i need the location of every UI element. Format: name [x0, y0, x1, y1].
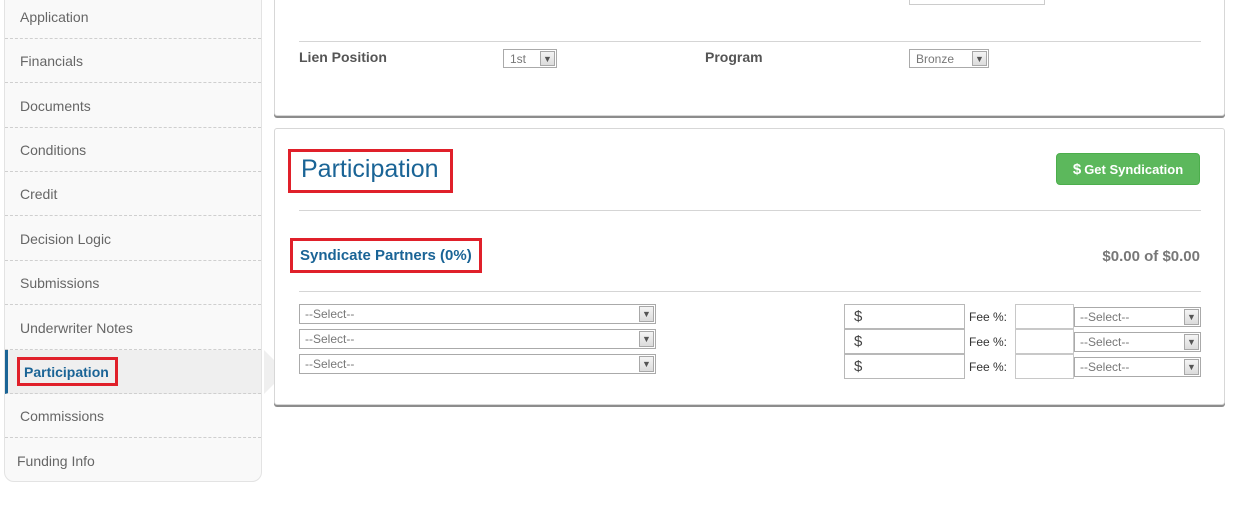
fee-percent-input[interactable]: [1015, 304, 1074, 329]
amount-input[interactable]: $: [844, 329, 965, 354]
fee-percent-label: Fee %:: [969, 335, 1008, 349]
sidebar-nav: Application Financials Documents Conditi…: [4, 0, 286, 483]
fee-type-select[interactable]: --Select-- ▼: [1074, 307, 1201, 327]
sidebar-item-label: Documents: [20, 97, 91, 114]
sidebar-item-label: Application: [20, 8, 89, 25]
chevron-down-icon: ▼: [972, 51, 987, 66]
sidebar-item-label: Underwriter Notes: [20, 319, 133, 336]
sidebar-item-decision-logic[interactable]: Decision Logic: [5, 217, 261, 261]
get-syndication-label: Get Syndication: [1084, 161, 1184, 177]
fee-type-select[interactable]: --Select-- ▼: [1074, 357, 1201, 377]
sidebar-item-label: Funding Info: [17, 453, 95, 469]
fee-percent-label: Fee %:: [969, 360, 1008, 374]
sidebar-item-credit[interactable]: Credit: [5, 172, 261, 216]
partner-select[interactable]: --Select-- ▼: [299, 304, 656, 324]
sidebar-item-label: Commissions: [20, 407, 105, 424]
sidebar-item-underwriter-notes[interactable]: Underwriter Notes: [5, 306, 261, 350]
sidebar-item-label: Decision Logic: [20, 230, 112, 247]
sidebar-item-label: Credit: [20, 185, 58, 202]
syndicate-title-highlight: Syndicate Partners (0%): [290, 238, 482, 273]
sidebar-item-commissions[interactable]: Commissions: [5, 394, 261, 438]
syndication-amount-summary: $0.00 of $0.00: [1102, 248, 1200, 265]
partner-select[interactable]: --Select-- ▼: [299, 354, 656, 374]
chevron-down-icon: ▼: [540, 51, 555, 66]
sidebar-item-documents[interactable]: Documents: [5, 84, 261, 128]
sidebar-item-label: Conditions: [20, 141, 87, 158]
currency-symbol: $: [854, 308, 863, 325]
loan-details-panel: Lien Position 1st ▼ Program Bronze ▼: [274, 0, 1225, 116]
top-input-field[interactable]: [909, 0, 1045, 5]
divider: [299, 41, 1201, 42]
sidebar-item-submissions[interactable]: Submissions: [5, 261, 261, 305]
sidebar-item-conditions[interactable]: Conditions: [5, 128, 261, 172]
divider: [299, 291, 1201, 292]
fee-percent-label: Fee %:: [969, 310, 1008, 324]
syndicate-partners-title: Syndicate Partners (0%): [300, 247, 472, 264]
fee-type-select[interactable]: --Select-- ▼: [1074, 332, 1201, 352]
fee-type-value: --Select--: [1080, 335, 1130, 349]
partner-select-value: --Select--: [305, 307, 355, 321]
program-value: Bronze: [916, 51, 955, 66]
fee-type-value: --Select--: [1080, 310, 1130, 324]
page-title: Participation: [301, 155, 439, 183]
amount-input[interactable]: $: [844, 354, 965, 379]
sidebar-item-label: Submissions: [20, 274, 100, 291]
dollar-icon: $: [1072, 160, 1082, 178]
chevron-down-icon: ▼: [639, 306, 654, 322]
program-select[interactable]: Bronze ▼: [909, 49, 989, 68]
chevron-down-icon: ▼: [1184, 309, 1199, 325]
sidebar-item-funding-info[interactable]: Funding Info: [5, 439, 261, 483]
program-label: Program: [705, 49, 763, 65]
divider: [299, 210, 1201, 211]
fee-percent-input[interactable]: [1015, 329, 1074, 354]
lien-position-label: Lien Position: [299, 49, 387, 65]
participation-title-highlight: Participation: [288, 149, 453, 193]
lien-position-select[interactable]: 1st ▼: [503, 49, 557, 68]
lien-position-value: 1st: [510, 51, 527, 66]
get-syndication-button[interactable]: $ Get Syndication: [1056, 153, 1200, 185]
fee-type-value: --Select--: [1080, 360, 1130, 374]
chevron-down-icon: ▼: [639, 356, 654, 372]
partner-select-value: --Select--: [305, 332, 355, 346]
sidebar-item-financials[interactable]: Financials: [5, 39, 261, 83]
sidebar-item-label: Participation: [17, 357, 118, 386]
currency-symbol: $: [854, 333, 863, 350]
chevron-down-icon: ▼: [1184, 334, 1199, 350]
fee-percent-input[interactable]: [1015, 354, 1074, 379]
partner-select-value: --Select--: [305, 357, 355, 371]
sidebar-item-application[interactable]: Application: [5, 0, 261, 39]
sidebar-item-label: Financials: [20, 52, 84, 69]
sidebar-item-participation[interactable]: Participation: [5, 350, 286, 394]
amount-input[interactable]: $: [844, 304, 965, 329]
participation-panel: Participation $ Get Syndication Syndicat…: [274, 128, 1225, 405]
chevron-down-icon: ▼: [1184, 359, 1199, 375]
partner-select[interactable]: --Select-- ▼: [299, 329, 656, 349]
currency-symbol: $: [854, 358, 863, 375]
chevron-down-icon: ▼: [639, 331, 654, 347]
